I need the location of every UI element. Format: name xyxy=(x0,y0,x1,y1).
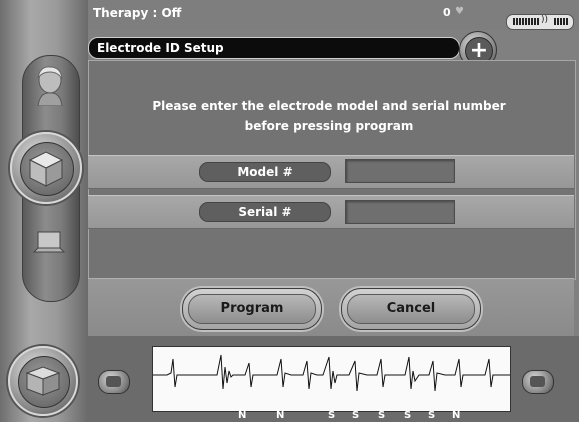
cancel-button[interactable]: Cancel xyxy=(341,288,481,330)
egm-strip xyxy=(152,346,511,412)
wireless-icon: )) xyxy=(541,15,549,25)
nav-device-button[interactable] xyxy=(10,132,82,204)
heart-icon: ♥ xyxy=(455,6,464,17)
freeze-icon xyxy=(530,376,545,387)
egm-marker: S xyxy=(428,410,436,421)
model-row xyxy=(88,155,574,189)
battery-indicator: )) xyxy=(506,14,574,30)
device-box-icon xyxy=(28,151,64,187)
egm-marker: S xyxy=(328,410,336,421)
action-bar xyxy=(88,278,574,337)
instruction-line-2: before pressing program xyxy=(244,119,414,133)
egm-marker: S xyxy=(352,410,360,421)
screen-title: Electrode ID Setup xyxy=(97,41,224,55)
event-counter: 0 xyxy=(443,6,451,19)
serial-input[interactable] xyxy=(345,200,455,224)
program-button[interactable]: Program xyxy=(182,288,322,330)
egm-marker: N xyxy=(238,410,247,421)
egm-marker: S xyxy=(378,410,386,421)
laptop-icon[interactable] xyxy=(32,228,66,258)
freeze-button[interactable] xyxy=(522,370,554,394)
screen-title-bar: Electrode ID Setup xyxy=(88,37,460,59)
serial-row xyxy=(88,195,574,229)
serial-label: Serial # xyxy=(199,202,331,222)
program-label: Program xyxy=(188,294,316,324)
egm-marker: N xyxy=(276,410,285,421)
instruction-text: Please enter the electrode model and ser… xyxy=(120,96,538,136)
patient-face-icon[interactable] xyxy=(30,62,70,107)
egm-marker: S xyxy=(404,410,412,421)
nav-home-button[interactable] xyxy=(8,346,78,416)
therapy-status: Therapy : Off xyxy=(93,6,182,20)
egm-markers: N N S S S S S N xyxy=(152,410,509,422)
cancel-label: Cancel xyxy=(347,294,475,324)
egm-trace xyxy=(153,354,510,392)
battery-icon xyxy=(513,18,539,25)
camera-icon xyxy=(106,376,121,387)
model-label: Model # xyxy=(199,162,331,182)
home-device-icon xyxy=(25,366,61,396)
instruction-line-1: Please enter the electrode model and ser… xyxy=(152,99,506,113)
camera-button[interactable] xyxy=(98,370,130,394)
screen: Therapy : Off 0 ♥ )) Electrode ID Setup … xyxy=(0,0,579,422)
signal-icon xyxy=(554,18,568,25)
egm-marker: N xyxy=(452,410,461,421)
model-input[interactable] xyxy=(345,159,455,183)
